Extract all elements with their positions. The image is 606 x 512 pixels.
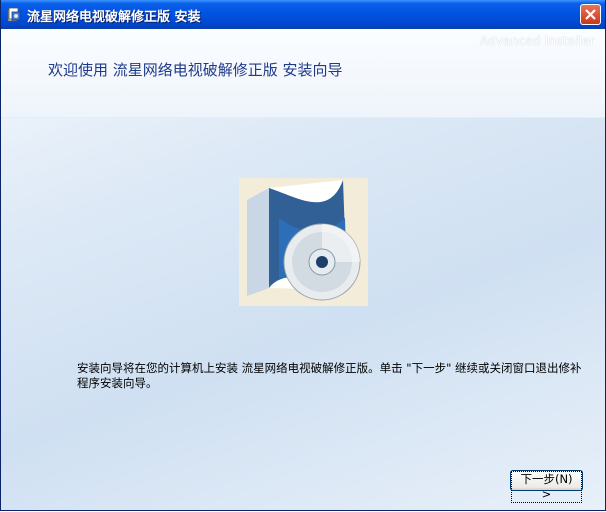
- wizard-description: 安装向导将在您的计算机上安装 流星网络电视破解修正版。单击 "下一步" 继续或关…: [77, 361, 582, 390]
- next-button[interactable]: 下一步(N) >: [510, 470, 583, 503]
- software-box-cd-icon: [239, 178, 368, 306]
- installer-window: 流星网络电视破解修正版 安装 Advanced Installer 欢迎使用 流…: [0, 0, 606, 511]
- brand-watermark: Advanced Installer: [479, 34, 595, 48]
- close-button[interactable]: [580, 4, 601, 25]
- title-bar[interactable]: 流星网络电视破解修正版 安装: [1, 0, 605, 29]
- installer-icon: [6, 6, 22, 22]
- close-icon: [585, 9, 596, 20]
- window-title: 流星网络电视破解修正版 安装: [27, 10, 201, 25]
- next-button-label: 下一步(N) >: [511, 471, 582, 503]
- wizard-content: Advanced Installer 欢迎使用 流星网络电视破解修正版 安装向导…: [1, 29, 605, 510]
- wizard-header: Advanced Installer 欢迎使用 流星网络电视破解修正版 安装向导: [1, 29, 605, 118]
- welcome-heading: 欢迎使用 流星网络电视破解修正版 安装向导: [48, 61, 343, 79]
